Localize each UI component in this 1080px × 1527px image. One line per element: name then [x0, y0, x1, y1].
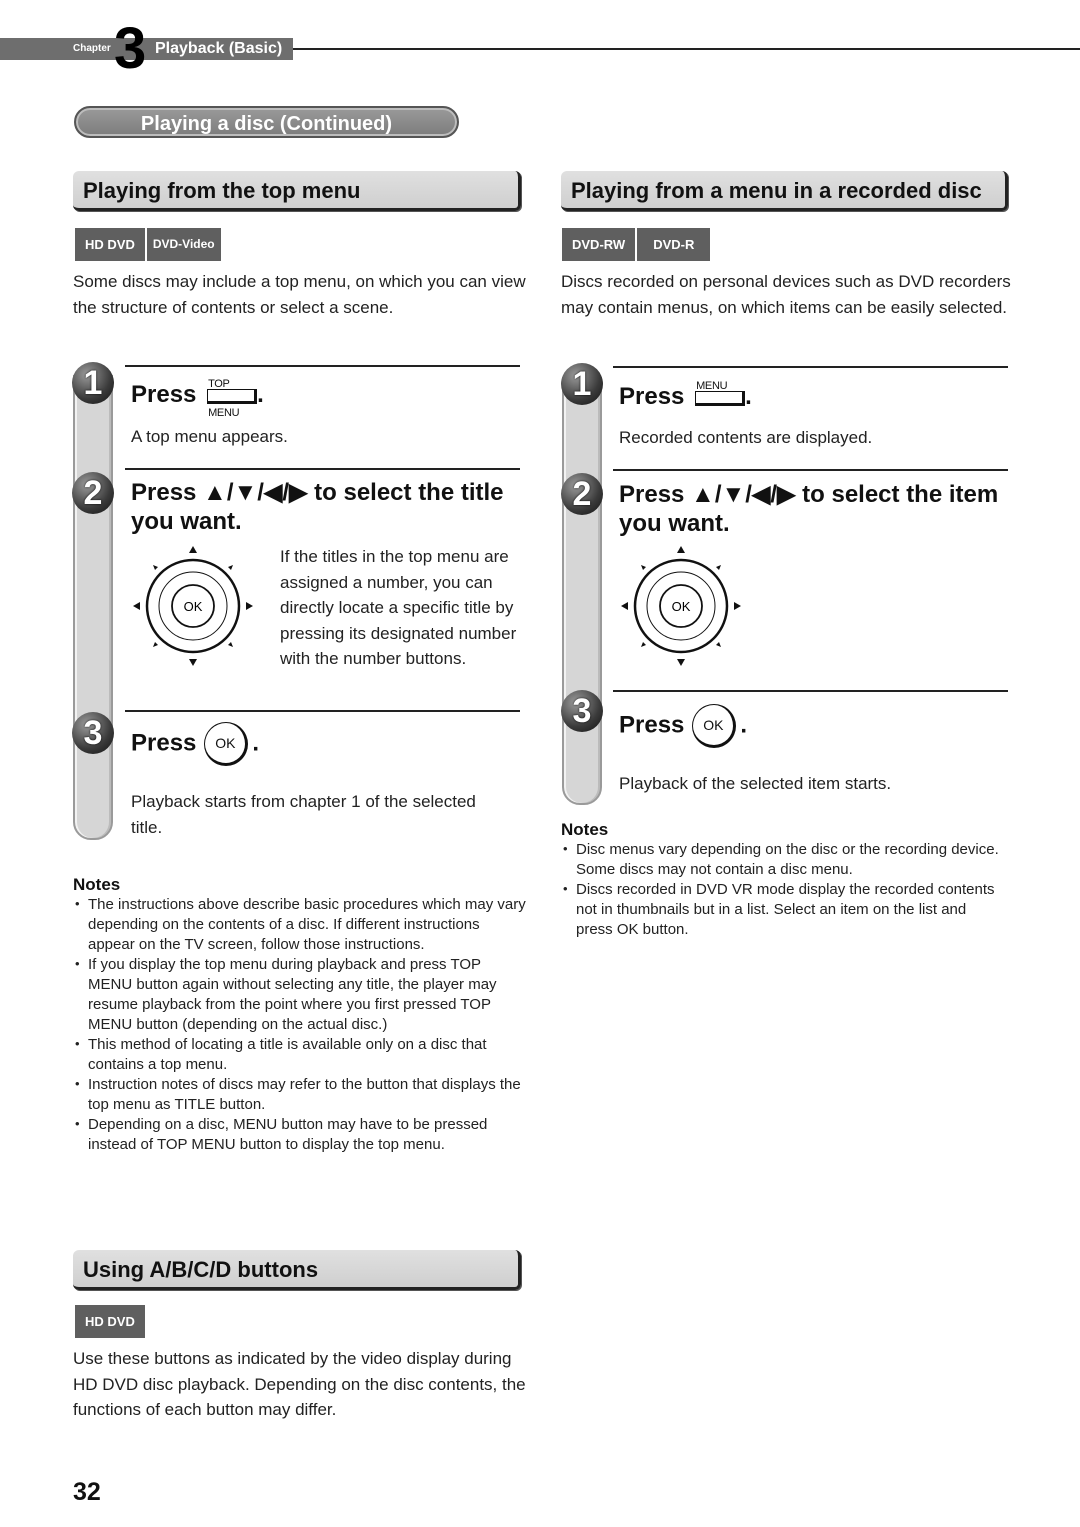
top-menu-button-icon: TOP MENU [207, 378, 258, 419]
dpad-diag-arrow [641, 565, 646, 570]
note-item: Depending on a disc, MENU button may hav… [73, 1114, 528, 1155]
right-step-3-rule [613, 690, 1008, 692]
section-pill-title: Playing a disc (Continued) [140, 113, 393, 135]
right-step-1-press: Press [619, 383, 685, 410]
left-step-1-number: 1 [72, 362, 114, 404]
right-step-2-number: 2 [561, 473, 603, 515]
abcd-disc-badges: HD DVD [75, 1305, 145, 1338]
right-step-3-press: Press [619, 711, 685, 739]
badge-hd-dvd: HD DVD [75, 1305, 145, 1338]
left-section-heading-text: Playing from the top menu [83, 178, 361, 203]
dpad-diag-arrow [716, 565, 721, 570]
note-item: The instructions above describe basic pr… [73, 894, 528, 955]
right-dpad-icon: OK [621, 546, 741, 666]
left-notes-list: The instructions above describe basic pr… [73, 894, 528, 1155]
left-dpad-icon: OK [133, 546, 253, 666]
right-step-track [562, 377, 602, 805]
top-menu-button-label: TOP MENU [208, 378, 240, 419]
left-step-track [73, 375, 113, 840]
right-step-3-suffix: . [740, 711, 748, 739]
dpad-diag-arrow [716, 642, 721, 647]
left-step-3-press: Press [131, 729, 197, 757]
right-notes-title: Notes [561, 820, 609, 839]
ok-button-icon: OK [692, 704, 737, 748]
page-number: 32 [73, 1478, 101, 1506]
chapter-rule [293, 48, 1080, 50]
left-intro: Some discs may include a top menu, on wh… [73, 272, 526, 317]
left-step-3-desc: Playback starts from chapter 1 of the se… [131, 792, 476, 837]
right-step-1-suffix: . [745, 383, 752, 410]
left-step-1-heading: Press TOP MENU . [131, 378, 264, 419]
dpad-diag-arrow [153, 565, 158, 570]
right-step-3-heading: Press OK. [619, 704, 747, 748]
abcd-section-heading: Using A/B/C/D buttons [73, 1250, 521, 1290]
left-step-2-number: 2 [72, 472, 114, 514]
left-step-3-suffix: . [252, 729, 260, 757]
badge-hd-dvd: HD DVD [75, 228, 145, 261]
left-step-1-suffix: . [257, 381, 264, 408]
dpad-diag-arrow [228, 642, 233, 647]
right-step-2-heading: Press ▲/▼/◀/▶ to select the item you wan… [619, 481, 999, 537]
right-step-1-desc: Recorded contents are displayed. [619, 428, 873, 447]
left-notes-title: Notes [73, 875, 121, 894]
note-item: Disc menus vary depending on the disc or… [561, 839, 1006, 880]
note-item: This method of locating a title is avail… [73, 1034, 528, 1075]
right-disc-badges: DVD-RW DVD-R [562, 228, 711, 261]
left-step-1-desc: A top menu appears. [131, 427, 288, 446]
right-step-1-heading: Press MENU . [619, 380, 752, 411]
right-notes-list: Disc menus vary depending on the disc or… [561, 839, 1006, 940]
left-step-1-press: Press [131, 381, 197, 408]
menu-button-icon: MENU [695, 380, 746, 406]
dpad-down-arrow [189, 659, 197, 666]
left-step-3-heading: Press OK. [131, 722, 259, 766]
badge-dvd-video: DVD-Video [146, 228, 221, 261]
dpad-left-arrow [621, 602, 628, 610]
abcd-text: Use these buttons as indicated by the vi… [73, 1349, 526, 1419]
menu-button-label: MENU [696, 380, 728, 392]
left-step-2-desc: If the titles in the top menu are assign… [280, 547, 517, 668]
badge-dvd-rw: DVD-RW [562, 228, 636, 261]
chapter-number: 3 [114, 16, 146, 81]
chapter-label: Chapter [73, 43, 111, 54]
left-step-2-heading: Press ▲/▼/◀/▶ to select the title you wa… [131, 479, 504, 535]
abcd-section-heading-text: Using A/B/C/D buttons [83, 1257, 319, 1282]
right-section-heading: Playing from a menu in a recorded disc [561, 171, 1008, 211]
dpad-diag-arrow [641, 642, 646, 647]
note-item: Discs recorded in DVD VR mode display th… [561, 879, 1006, 940]
dpad-down-arrow [677, 659, 685, 666]
right-section-heading-text: Playing from a menu in a recorded disc [571, 178, 982, 203]
ok-button-icon: OK [204, 722, 249, 766]
note-item: Instruction notes of discs may refer to … [73, 1074, 528, 1115]
badge-dvd-r: DVD-R [637, 228, 711, 261]
right-step-3-number: 3 [561, 690, 603, 732]
dpad-right-arrow [734, 602, 741, 610]
dpad-ok-label: OK [184, 599, 203, 614]
dpad-up-arrow [189, 546, 197, 553]
left-step-3-number: 3 [72, 712, 114, 754]
right-step-1-number: 1 [561, 363, 603, 405]
right-step-2-rule [613, 469, 1008, 471]
left-step-2-rule [125, 468, 520, 470]
right-step-1-rule [613, 366, 1008, 368]
dpad-left-arrow [133, 602, 140, 610]
dpad-diag-arrow [228, 565, 233, 570]
left-step-3-rule [125, 710, 520, 712]
left-step-1-rule [125, 365, 520, 367]
section-pill: Playing a disc (Continued) [74, 106, 459, 138]
dpad-diag-arrow [153, 642, 158, 647]
note-item: If you display the top menu during playb… [73, 954, 528, 1035]
dpad-up-arrow [677, 546, 685, 553]
dpad-right-arrow [246, 602, 253, 610]
chapter-title: Playback (Basic) [155, 40, 283, 57]
right-step-3-desc: Playback of the selected item starts. [619, 774, 892, 793]
left-section-heading: Playing from the top menu [73, 171, 521, 211]
dpad-ok-label: OK [672, 599, 691, 614]
left-disc-badges: HD DVD DVD-Video [75, 228, 221, 261]
right-intro: Discs recorded on personal devices such … [561, 272, 1011, 317]
